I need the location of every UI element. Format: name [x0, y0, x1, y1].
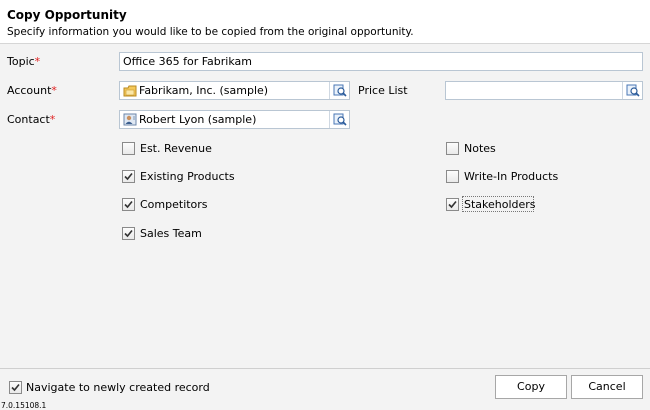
lookup-icon	[333, 84, 347, 97]
copy-button[interactable]: Copy	[495, 375, 567, 399]
est-revenue-checkbox[interactable]	[122, 142, 135, 155]
account-lookup-button[interactable]	[329, 82, 349, 99]
est-revenue-label: Est. Revenue	[140, 142, 212, 155]
checkmark-icon	[124, 229, 133, 238]
navigate-label: Navigate to newly created record	[26, 381, 210, 394]
contact-lookup-field[interactable]: Robert Lyon (sample)	[119, 110, 350, 129]
account-lookup-field[interactable]: Fabrikam, Inc. (sample)	[119, 81, 350, 100]
account-icon	[123, 84, 137, 97]
checkmark-icon	[11, 383, 20, 392]
checkmark-icon	[124, 200, 133, 209]
contact-icon	[123, 113, 137, 126]
cancel-button[interactable]: Cancel	[571, 375, 643, 399]
write-in-products-label: Write-In Products	[464, 170, 559, 183]
topic-input[interactable]: Office 365 for Fabrikam	[119, 52, 643, 71]
lookup-icon	[626, 84, 640, 97]
notes-label: Notes	[464, 142, 496, 155]
competitors-label: Competitors	[140, 198, 208, 211]
account-value[interactable]: Fabrikam, Inc. (sample)	[139, 84, 268, 97]
navigate-checkbox[interactable]	[9, 381, 22, 394]
contact-label: Contact*	[7, 113, 56, 126]
existing-products-checkbox[interactable]	[122, 170, 135, 183]
dialog-subtitle: Specify information you would like to be…	[7, 26, 414, 38]
required-asterisk: *	[51, 84, 57, 97]
price-list-label: Price List	[358, 84, 408, 97]
checkmark-icon	[124, 172, 133, 181]
required-asterisk: *	[34, 55, 41, 68]
notes-checkbox[interactable]	[446, 142, 459, 155]
sales-team-label: Sales Team	[140, 227, 202, 240]
dialog-header: Copy Opportunity Specify information you…	[0, 0, 650, 44]
existing-products-label: Existing Products	[140, 170, 235, 183]
topic-label: Topic*	[7, 55, 41, 68]
checkmark-icon	[448, 200, 457, 209]
stakeholders-checkbox[interactable]	[446, 198, 459, 211]
competitors-checkbox[interactable]	[122, 198, 135, 211]
write-in-products-checkbox[interactable]	[446, 170, 459, 183]
dialog-title: Copy Opportunity	[7, 8, 127, 22]
contact-value[interactable]: Robert Lyon (sample)	[139, 113, 256, 126]
account-label: Account*	[7, 84, 57, 97]
stakeholders-label: Stakeholders	[464, 198, 536, 211]
sales-team-checkbox[interactable]	[122, 227, 135, 240]
lookup-icon	[333, 113, 347, 126]
contact-lookup-button[interactable]	[329, 111, 349, 128]
price-list-lookup-button[interactable]	[622, 82, 642, 99]
price-list-lookup-field[interactable]	[445, 81, 643, 100]
topic-value: Office 365 for Fabrikam	[123, 55, 252, 68]
version-label: 7.0.15108.1	[1, 401, 47, 410]
required-asterisk: *	[49, 113, 56, 126]
